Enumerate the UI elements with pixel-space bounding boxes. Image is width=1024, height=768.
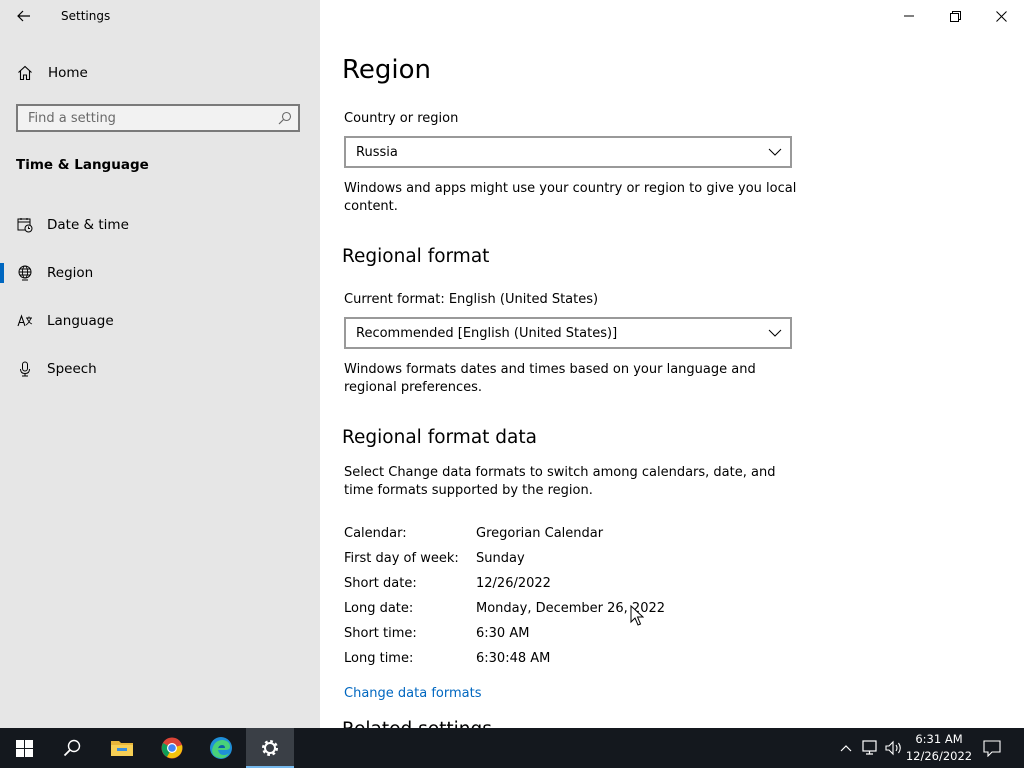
format-data-value: 6:30:48 AM — [476, 651, 551, 666]
taskbar-settings[interactable] — [246, 728, 294, 768]
format-data-row: First day of week: Sunday — [344, 551, 844, 571]
regional-format-heading: Regional format — [342, 246, 490, 267]
back-button[interactable] — [10, 4, 38, 28]
search-icon — [63, 739, 81, 757]
chevron-down-icon — [768, 148, 782, 156]
action-center-button[interactable] — [980, 728, 1004, 768]
home-icon — [18, 65, 32, 81]
active-indicator — [0, 263, 4, 283]
chevron-up-icon — [840, 745, 852, 752]
format-data-value: 12/26/2022 — [476, 576, 551, 591]
format-data-value: 6:30 AM — [476, 626, 530, 641]
country-description: Windows and apps might use your country … — [344, 181, 797, 214]
notification-icon — [983, 739, 1001, 757]
taskbar-search-button[interactable] — [48, 728, 96, 768]
file-explorer-icon — [111, 741, 133, 756]
calendar-clock-icon — [17, 218, 33, 233]
network-tray-button[interactable] — [861, 738, 881, 758]
sidebar-item-label: Region — [47, 265, 94, 281]
format-data-row: Long time: 6:30:48 AM — [344, 651, 844, 671]
volume-icon — [885, 740, 901, 756]
related-settings-heading: Related settings — [342, 719, 492, 728]
sidebar-item-label: Home — [48, 65, 88, 81]
format-data-row: Short time: 6:30 AM — [344, 626, 844, 646]
chevron-down-icon — [768, 329, 782, 337]
sidebar-item-label: Speech — [47, 361, 97, 377]
taskbar: 6:31 AM 12/26/2022 — [0, 728, 1024, 768]
format-value: Recommended [English (United States)] — [356, 326, 618, 341]
current-format-label: Current format: English (United States) — [344, 292, 599, 307]
globe-icon — [18, 265, 32, 281]
section-title: Time & Language — [16, 157, 149, 173]
page-title: Region — [342, 55, 432, 85]
change-data-formats-link[interactable]: Change data formats — [344, 686, 481, 701]
search-box[interactable] — [16, 104, 300, 132]
format-description: Windows formats dates and times based on… — [344, 362, 756, 395]
start-button[interactable] — [0, 728, 48, 768]
volume-tray-button[interactable] — [884, 738, 904, 758]
format-data-value: Gregorian Calendar — [476, 526, 604, 541]
clock-date: 12/26/2022 — [905, 749, 973, 763]
format-data-key: Long date: — [344, 601, 414, 616]
network-icon — [862, 740, 877, 755]
back-arrow-icon — [17, 10, 30, 22]
search-icon[interactable] — [278, 111, 292, 125]
edge-icon — [210, 737, 232, 759]
taskbar-chrome[interactable] — [148, 728, 196, 768]
format-data-row: Long date: Monday, December 26, 2022 — [344, 601, 844, 621]
main-content: Region Country or region Russia Windows … — [320, 0, 1024, 728]
format-data-key: Long time: — [344, 651, 414, 666]
sidebar-item-label: Date & time — [47, 217, 129, 233]
country-label: Country or region — [344, 111, 459, 126]
format-data-row: Short date: 12/26/2022 — [344, 576, 844, 596]
country-dropdown[interactable]: Russia — [344, 136, 792, 168]
taskbar-edge[interactable] — [197, 728, 245, 768]
microphone-icon — [20, 361, 30, 377]
taskbar-file-explorer[interactable] — [98, 728, 146, 768]
country-value: Russia — [356, 145, 398, 160]
format-data-description: Select Change data formats to switch amo… — [344, 465, 776, 498]
format-data-key: Short date: — [344, 576, 417, 591]
taskbar-clock[interactable]: 6:31 AM 12/26/2022 — [904, 731, 974, 765]
format-data-value: Sunday — [476, 551, 525, 566]
sidebar-item-region[interactable]: Region — [0, 253, 320, 293]
start-icon — [15, 739, 33, 757]
sidebar: Settings Home Time & Language Date & tim… — [0, 0, 320, 728]
settings-icon — [262, 740, 278, 756]
mouse-cursor-icon — [630, 605, 644, 626]
format-data-key: First day of week: — [344, 551, 459, 566]
sidebar-item-speech[interactable]: Speech — [0, 349, 320, 389]
sidebar-item-home[interactable]: Home — [0, 58, 320, 88]
clock-time: 6:31 AM — [915, 732, 963, 746]
title-bar: Settings — [0, 0, 320, 32]
format-data-key: Short time: — [344, 626, 417, 641]
format-dropdown[interactable]: Recommended [English (United States)] — [344, 317, 792, 349]
app-title: Settings — [61, 9, 111, 23]
sidebar-item-label: Language — [47, 313, 114, 329]
format-data-heading: Regional format data — [342, 427, 537, 448]
chrome-icon — [161, 737, 183, 759]
format-data-row: Calendar: Gregorian Calendar — [344, 526, 844, 546]
search-input[interactable] — [18, 106, 278, 130]
sidebar-item-language[interactable]: Language — [0, 301, 320, 341]
format-data-key: Calendar: — [344, 526, 407, 541]
show-hidden-icons-button[interactable] — [836, 738, 856, 758]
sidebar-item-date-time[interactable]: Date & time — [0, 205, 320, 245]
language-icon — [17, 314, 33, 327]
